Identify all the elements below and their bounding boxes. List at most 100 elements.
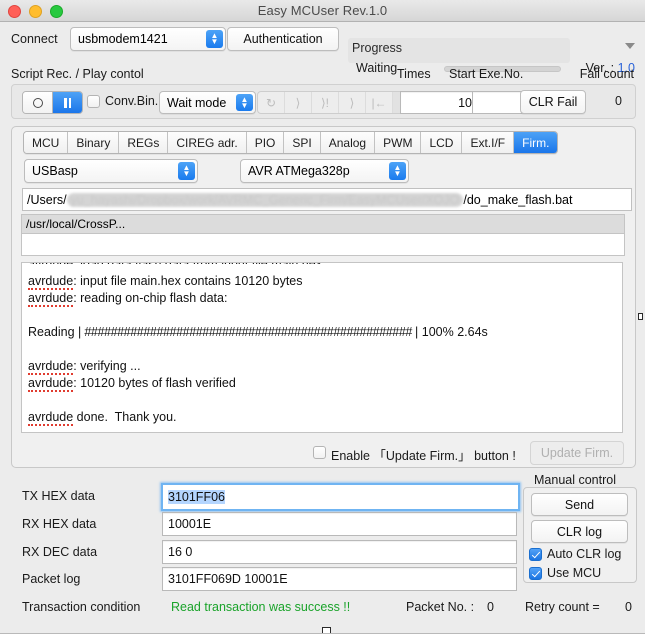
- transaction-condition-label: Transaction condition: [22, 600, 141, 614]
- rx-hex-label: RX HEX data: [22, 517, 97, 531]
- authentication-button[interactable]: Authentication: [227, 27, 339, 51]
- clr-fail-button[interactable]: CLR Fail: [520, 90, 586, 114]
- progress-label: Progress: [352, 41, 403, 55]
- serial-port-select[interactable]: usbmodem1421 ▲ ▼: [70, 27, 226, 51]
- tab-label: LCD: [429, 135, 454, 150]
- step-alt-icon[interactable]: ⟩: [339, 92, 366, 113]
- tab-firm[interactable]: Firm.: [514, 132, 558, 153]
- update-firm-button[interactable]: Update Firm.: [530, 441, 624, 465]
- log-line: avrdude: load data flash data from input…: [28, 263, 616, 264]
- vertical-scroll-marker[interactable]: [638, 313, 643, 320]
- connect-row: Connect usbmodem1421 ▲ ▼ Authentication P…: [0, 21, 645, 75]
- conv-bin-checkbox[interactable]: [87, 95, 100, 108]
- wait-mode-value: Wait mode: [167, 95, 227, 110]
- tx-hex-value: 3101FF06: [168, 490, 225, 504]
- title-bar: Easy MCUser Rev.1.0: [0, 0, 645, 22]
- tab-mcu[interactable]: MCU: [24, 132, 69, 153]
- clr-log-button[interactable]: CLR log: [531, 520, 628, 543]
- transaction-status-text: Read transaction was success !!: [171, 600, 351, 614]
- tab-lcd[interactable]: LCD: [421, 132, 463, 153]
- tab-label: SPI: [292, 135, 312, 150]
- log-line: avrdude: verifying ...: [28, 359, 141, 375]
- pause-button[interactable]: [53, 92, 82, 113]
- tab-label: PWM: [383, 135, 413, 150]
- auto-clr-log-checkbox[interactable]: [529, 547, 542, 561]
- enable-update-firm-label: Enable 「Update Firm.」 button !: [331, 449, 516, 463]
- chevron-updown-icon: ▲ ▼: [236, 94, 253, 111]
- script-control-bar: Conv.Bin. Wait mode ▲▼ ↻ ⟩ ⟩! ⟩ |← 10 0 …: [11, 84, 636, 119]
- tool-path-header: /usr/local/CrossP...: [22, 215, 624, 234]
- spellcheck-underline: avrdude: [28, 274, 74, 290]
- progress-status: Waiting: [356, 61, 398, 75]
- use-mcu-checkbox[interactable]: [529, 566, 542, 580]
- fail-count-label: Fail count: [579, 67, 634, 81]
- send-button[interactable]: Send: [531, 493, 628, 516]
- chevron-down-icon[interactable]: [625, 43, 635, 49]
- fail-count-value: 0: [615, 94, 622, 108]
- tab-ext-i-f[interactable]: Ext.I/F: [462, 132, 515, 153]
- log-line: avrdude: input file main.hex contains 10…: [28, 274, 303, 290]
- record-play-segmented-control[interactable]: [22, 91, 83, 114]
- programmer-select[interactable]: USBasp ▲ ▼: [24, 159, 198, 183]
- spellcheck-underline: avrdude: [28, 410, 74, 426]
- progress-hash-bar: ########################################…: [81, 325, 416, 339]
- rewind-icon[interactable]: |←: [366, 92, 393, 113]
- tab-label: Firm.: [522, 135, 550, 150]
- tab-pio[interactable]: PIO: [246, 132, 285, 153]
- record-button[interactable]: [23, 92, 53, 113]
- script-section-label: Script Rec. / Play contol: [11, 67, 144, 81]
- transport-controls[interactable]: ↻ ⟩ ⟩! ⟩ |←: [257, 91, 420, 114]
- close-button[interactable]: [8, 5, 21, 18]
- log-line: avrdude: 10120 bytes of flash verified: [28, 376, 236, 392]
- tab-cireg-adr[interactable]: CIREG adr.: [168, 132, 247, 153]
- connect-label: Connect: [11, 32, 58, 46]
- tool-path-listview[interactable]: /usr/local/CrossP...: [21, 214, 625, 256]
- tab-label: REGs: [127, 135, 160, 150]
- packet-log-input[interactable]: 3101FF069D 10001E: [162, 567, 517, 591]
- mcu-select[interactable]: AVR ATMega328p ▲ ▼: [240, 159, 409, 183]
- window-title: Easy MCUser Rev.1.0: [257, 3, 388, 18]
- use-mcu-row[interactable]: Use MCU: [529, 566, 601, 580]
- tab-regs[interactable]: REGs: [119, 132, 169, 153]
- tab-bar[interactable]: MCU Binary REGs CIREG adr. PIO SPI Analog PWM LC…: [23, 131, 559, 154]
- spellcheck-underline: avrdude: [28, 376, 74, 392]
- loop-icon[interactable]: ↻: [258, 92, 285, 113]
- times-input[interactable]: 10: [400, 91, 478, 114]
- minimize-button[interactable]: [29, 5, 42, 18]
- conv-bin-label: Conv.Bin.: [105, 94, 159, 108]
- rx-dec-input[interactable]: 16 0: [162, 540, 517, 564]
- chevron-updown-icon: ▲ ▼: [206, 30, 223, 48]
- avrdude-log-output[interactable]: avrdude: load data flash data from input…: [21, 262, 623, 433]
- auto-clr-log-row[interactable]: Auto CLR log: [529, 547, 621, 561]
- tx-hex-label: TX HEX data: [22, 489, 95, 503]
- step-break-icon[interactable]: ⟩!: [312, 92, 339, 113]
- tab-label: PIO: [254, 135, 276, 150]
- window-controls: [8, 5, 63, 18]
- packet-no-label: Packet No. :: [406, 600, 475, 614]
- tx-hex-input[interactable]: 3101FF06: [161, 483, 520, 511]
- rx-hex-input[interactable]: 10001E: [162, 512, 517, 536]
- chevron-updown-icon: ▲ ▼: [389, 162, 406, 180]
- tab-pwm[interactable]: PWM: [375, 132, 422, 153]
- zoom-button[interactable]: [50, 5, 63, 18]
- wait-mode-select[interactable]: Wait mode ▲ ▼: [159, 91, 256, 114]
- enable-update-firm-checkbox[interactable]: [313, 446, 326, 459]
- log-line: avrdude: reading on-chip flash data:: [28, 291, 228, 307]
- rx-dec-label: RX DEC data: [22, 545, 98, 559]
- tab-binary[interactable]: Binary: [68, 132, 120, 153]
- tab-analog[interactable]: Analog: [320, 132, 376, 153]
- tab-label: Analog: [328, 135, 367, 150]
- tab-label: MCU: [32, 135, 60, 150]
- auto-clr-log-label: Auto CLR log: [547, 547, 622, 561]
- packet-no-value: 0: [487, 600, 494, 614]
- log-line: Reading | ##############################…: [28, 325, 488, 339]
- script-path-input[interactable]: /Users/yu_hayashi/Dropbox/work/AVRMC_Gen…: [22, 188, 632, 211]
- use-mcu-label: Use MCU: [547, 566, 602, 580]
- step-icon[interactable]: ⟩: [285, 92, 312, 113]
- tab-spi[interactable]: SPI: [284, 132, 321, 153]
- retry-count-label: Retry count =: [525, 600, 600, 614]
- path-redacted-region: yu_hayashi/Dropbox/work/AVRMC_Generic_Fi…: [66, 192, 464, 207]
